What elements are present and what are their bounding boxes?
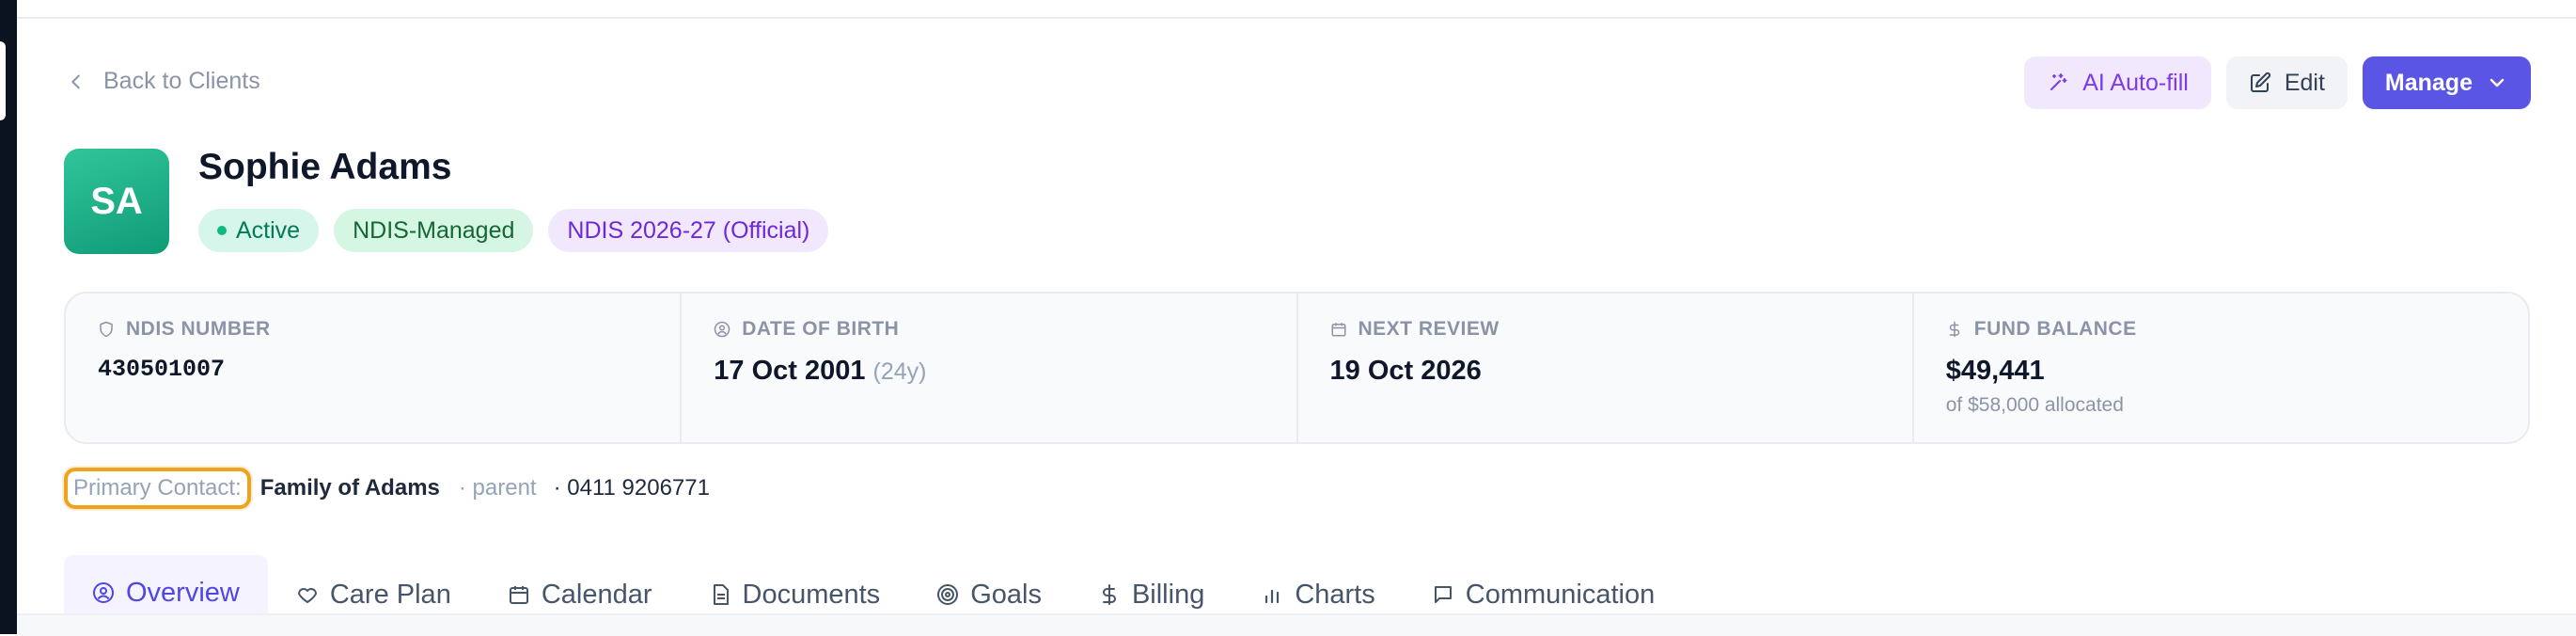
left-rail-notch [0, 41, 6, 120]
calendar-icon [509, 586, 528, 604]
chevron-left-icon [71, 74, 80, 88]
tab-billing-label: Billing [1131, 579, 1205, 610]
heart-icon [297, 588, 317, 603]
sparkles-icon [2050, 73, 2067, 90]
date-of-birth-value: 17 Oct 2001 (24y) [714, 356, 1264, 387]
avatar: SA [64, 149, 169, 254]
status-dot-icon [217, 226, 227, 235]
ndis-number-value: 430501007 [98, 356, 226, 383]
primary-contact-row: Primary Contact: Family of Adams · paren… [64, 468, 710, 509]
message-icon [1434, 586, 1452, 603]
primary-contact-phone: · 0411 9206771 [553, 475, 710, 501]
manage-label: Manage [2384, 69, 2473, 96]
primary-contact-label[interactable]: Primary Contact: [64, 468, 251, 509]
document-icon [713, 584, 729, 605]
fund-balance-label-text: FUND BALANCE [1973, 318, 2137, 340]
tabs-baseline [17, 613, 2576, 636]
tab-charts-label: Charts [1295, 579, 1375, 610]
edit-label: Edit [2284, 69, 2325, 96]
plan-badge: NDIS 2026-27 (Official) [548, 209, 829, 252]
ai-autofill-button[interactable]: AI Auto-fill [2024, 56, 2211, 109]
next-review-cell: NEXT REVIEW 19 Oct 2026 [1296, 294, 1912, 442]
tab-communication-label: Communication [1465, 579, 1656, 610]
tab-goals-label: Goals [970, 579, 1042, 610]
ndis-number-cell: NDIS NUMBER 430501007 [66, 294, 680, 442]
primary-contact-name: Family of Adams [259, 475, 440, 501]
tab-overview-label: Overview [126, 577, 240, 608]
tab-calendar-label: Calendar [541, 579, 652, 610]
status-badge: Active [198, 209, 320, 252]
ndis-number-label-text: NDIS NUMBER [126, 318, 271, 340]
age-text: (24y) [872, 358, 927, 385]
client-info-card: NDIS NUMBER 430501007 DATE OF BIRTH 17 O… [64, 292, 2530, 444]
date-of-birth-text: 17 Oct 2001 [714, 356, 866, 386]
tab-documents-label: Documents [742, 579, 881, 610]
management-badge: NDIS-Managed [334, 209, 534, 252]
ai-autofill-label: AI Auto-fill [2082, 69, 2189, 96]
status-badge-label: Active [236, 216, 301, 244]
date-of-birth-label-text: DATE OF BIRTH [742, 318, 900, 340]
user-circle-icon [715, 321, 730, 338]
date-of-birth-label: DATE OF BIRTH [714, 318, 1264, 341]
dollar-icon [1949, 321, 1959, 338]
chevron-down-icon [2490, 78, 2505, 87]
left-rail [0, 0, 17, 634]
back-to-clients-link[interactable]: Back to Clients [66, 68, 260, 95]
next-review-label: NEXT REVIEW [1330, 318, 1880, 341]
bar-chart-icon [1265, 589, 1280, 604]
ndis-number-label: NDIS NUMBER [98, 318, 648, 341]
edit-button[interactable]: Edit [2225, 56, 2348, 109]
target-icon [937, 584, 959, 605]
manage-button[interactable]: Manage [2362, 56, 2531, 109]
fund-balance-value: $49,441 [1945, 356, 2045, 386]
edit-icon [2250, 72, 2270, 92]
header-actions: AI Auto-fill Edit Manage [2024, 56, 2531, 109]
fund-balance-label: FUND BALANCE [1946, 318, 2496, 341]
next-review-value: 19 Oct 2026 [1329, 356, 1482, 386]
user-circle-icon [93, 582, 114, 603]
client-name: Sophie Adams [198, 147, 452, 187]
tab-care-plan-label: Care Plan [329, 579, 451, 610]
fund-balance-cell: FUND BALANCE $49,441 of $58,000 allocate… [1911, 294, 2528, 442]
date-of-birth-cell: DATE OF BIRTH 17 Oct 2001 (24y) [680, 294, 1296, 442]
client-badges: Active NDIS-Managed NDIS 2026-27 (Offici… [198, 209, 829, 252]
fund-balance-allocated: of $58,000 allocated [1945, 394, 2124, 416]
calendar-icon [1331, 323, 1345, 337]
next-review-label-text: NEXT REVIEW [1358, 318, 1500, 340]
dollar-icon [1102, 584, 1116, 605]
shield-icon [100, 321, 113, 338]
primary-contact-role: · parent [458, 475, 537, 501]
client-detail-page: Back to Clients AI Auto-fill Edit Manage… [17, 19, 2576, 634]
back-link-label: Back to Clients [103, 68, 260, 94]
